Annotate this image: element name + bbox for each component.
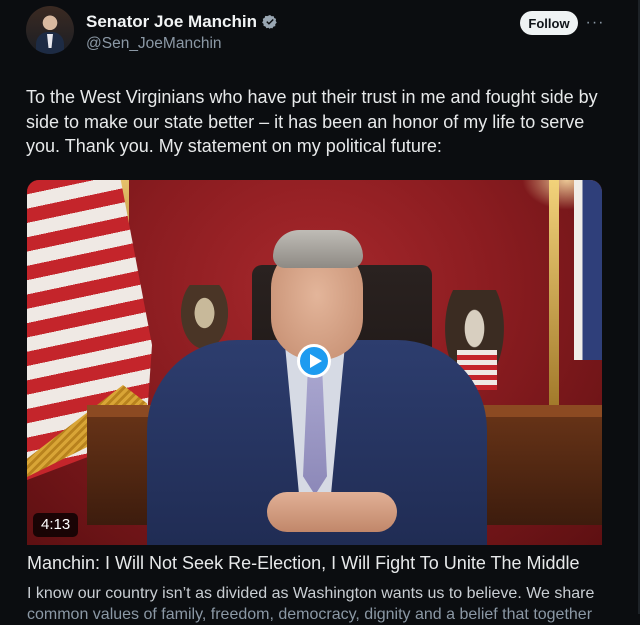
tweet-header: Senator Joe Manchin @Sen_JoeManchin Foll… bbox=[0, 0, 640, 70]
person-hair bbox=[273, 230, 363, 268]
verified-badge-icon bbox=[262, 15, 277, 29]
link-card-description-line2: common values of family, freedom, democr… bbox=[27, 606, 593, 623]
follow-button[interactable]: Follow bbox=[520, 11, 578, 35]
more-options-icon[interactable]: ··· bbox=[584, 11, 606, 35]
tweet-text: To the West Virginians who have put thei… bbox=[26, 87, 598, 156]
author-name[interactable]: Senator Joe Manchin bbox=[86, 12, 278, 32]
link-card-description[interactable]: I know our country isn’t as divided as W… bbox=[27, 583, 602, 625]
author-handle[interactable]: @Sen_JoeManchin bbox=[86, 35, 222, 53]
lamp-right bbox=[549, 180, 559, 420]
state-flag bbox=[574, 180, 602, 360]
play-button[interactable] bbox=[297, 344, 331, 378]
link-card-description-line1: I know our country isn’t as divided as W… bbox=[27, 585, 595, 602]
video-duration: 4:13 bbox=[33, 513, 79, 537]
link-card-title[interactable]: Manchin: I Will Not Seek Re-Election, I … bbox=[27, 553, 617, 574]
person-hands bbox=[267, 492, 397, 532]
play-icon bbox=[309, 354, 322, 368]
avatar[interactable] bbox=[26, 6, 74, 54]
author-display-name: Senator Joe Manchin bbox=[86, 12, 257, 31]
video-player[interactable]: 4:13 bbox=[27, 180, 602, 545]
